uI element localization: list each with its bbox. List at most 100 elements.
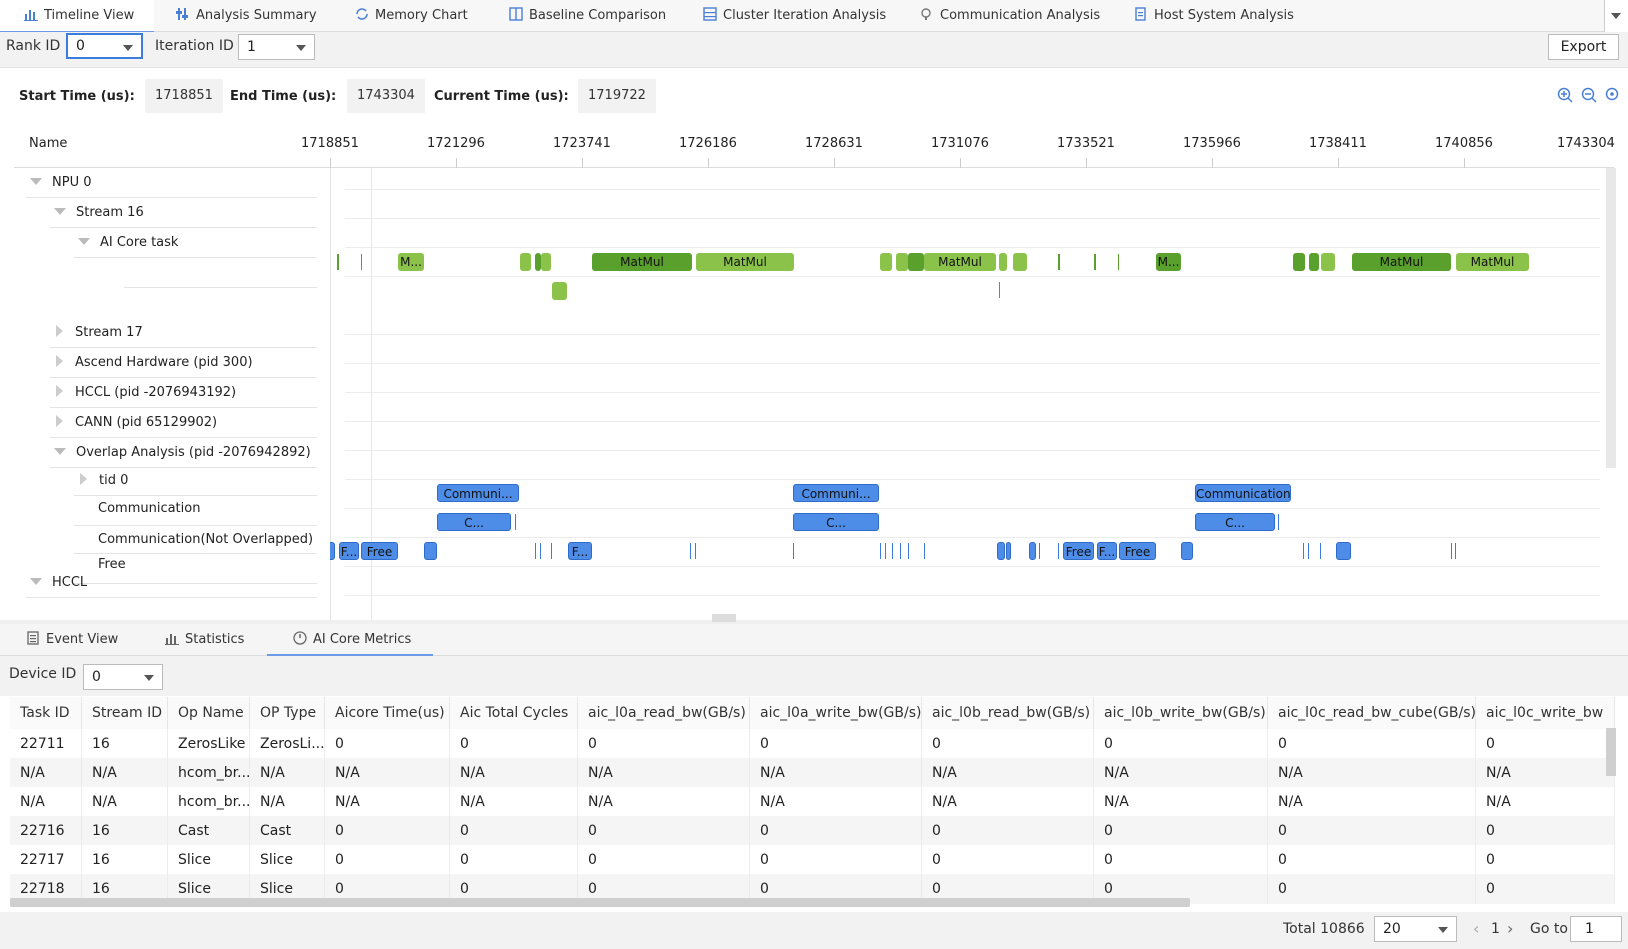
tab-host-system-analysis[interactable]: Host System Analysis bbox=[1134, 0, 1294, 32]
zoom-in-icon[interactable] bbox=[1557, 87, 1573, 103]
free-slice[interactable] bbox=[1303, 543, 1304, 559]
tree-node-ascend-hardware[interactable]: Ascend Hardware (pid 300) bbox=[14, 348, 317, 378]
timeline-vertical-scrollbar[interactable] bbox=[1606, 168, 1616, 468]
free-slice[interactable]: Free bbox=[361, 542, 398, 560]
col-header-aic-total-cycles[interactable]: Aic Total Cycles bbox=[450, 697, 578, 729]
col-header-op-name[interactable]: Op Name bbox=[168, 697, 250, 729]
free-slice[interactable]: F... bbox=[339, 542, 359, 560]
col-header-l0b-read[interactable]: aic_l0b_read_bw(GB/s) bbox=[922, 697, 1094, 729]
timeline-chart[interactable]: M... MatMul MatMul MatMul M... MatMul Ma… bbox=[330, 168, 1600, 620]
free-slice[interactable] bbox=[924, 543, 925, 559]
free-slice[interactable] bbox=[793, 543, 794, 559]
col-header-stream-id[interactable]: Stream ID bbox=[82, 697, 168, 729]
free-slice[interactable] bbox=[1029, 542, 1036, 560]
comm-not-overlapped-slice[interactable] bbox=[1278, 514, 1279, 530]
free-slice[interactable]: F... bbox=[1097, 542, 1117, 560]
rank-id-select[interactable]: 0 bbox=[66, 33, 143, 59]
current-page[interactable]: 1 bbox=[1491, 921, 1500, 937]
free-slice[interactable] bbox=[535, 543, 536, 559]
free-slice[interactable]: Free bbox=[1119, 542, 1156, 560]
iteration-id-select[interactable]: 1 bbox=[238, 34, 315, 60]
comm-not-overlapped-slice[interactable]: C... bbox=[1195, 513, 1275, 531]
free-slice[interactable] bbox=[997, 542, 1005, 560]
free-slice[interactable] bbox=[424, 542, 437, 560]
prev-page-icon[interactable]: ‹ bbox=[1473, 919, 1479, 938]
col-header-l0c-write[interactable]: aic_l0c_write_bw bbox=[1476, 697, 1615, 729]
free-slice[interactable] bbox=[1320, 543, 1321, 559]
task-slice[interactable] bbox=[1058, 254, 1060, 270]
task-slice-matmul[interactable]: MatMul bbox=[696, 253, 794, 271]
col-header-op-type[interactable]: OP Type bbox=[250, 697, 325, 729]
tab-overflow-dropdown[interactable] bbox=[1604, 0, 1628, 32]
task-slice[interactable] bbox=[552, 282, 567, 300]
tree-node-npu0[interactable]: NPU 0 bbox=[14, 168, 317, 198]
free-slice[interactable] bbox=[1006, 542, 1011, 560]
tree-node-overlap-analysis[interactable]: Overlap Analysis (pid -2076942892) bbox=[14, 438, 317, 468]
task-slice[interactable] bbox=[908, 253, 924, 271]
task-slice[interactable] bbox=[541, 253, 551, 271]
zoom-reset-icon[interactable] bbox=[1605, 87, 1621, 103]
splitter-handle[interactable] bbox=[712, 614, 736, 622]
tab-communication-analysis[interactable]: Communication Analysis bbox=[920, 0, 1100, 32]
tree-node-ai-core-task[interactable]: AI Core task bbox=[14, 228, 317, 258]
task-slice[interactable] bbox=[1118, 254, 1119, 270]
task-slice-matmul[interactable]: MatMul bbox=[1456, 253, 1529, 271]
comm-slice[interactable]: Communi... bbox=[437, 484, 519, 502]
comm-not-overlapped-slice[interactable]: C... bbox=[793, 513, 879, 531]
col-header-l0a-read[interactable]: aic_l0a_read_bw(GB/s) bbox=[578, 697, 750, 729]
col-header-l0a-write[interactable]: aic_l0a_write_bw(GB/s) bbox=[750, 697, 922, 729]
next-page-icon[interactable]: › bbox=[1507, 919, 1513, 938]
free-slice[interactable] bbox=[880, 543, 881, 559]
task-slice[interactable]: M... bbox=[1156, 253, 1181, 271]
tab-cluster-iteration-analysis[interactable]: Cluster Iteration Analysis bbox=[703, 0, 886, 32]
task-slice[interactable] bbox=[1094, 254, 1096, 270]
tree-node-communication-not-overlapped[interactable]: Communication(Not Overlapped) bbox=[14, 526, 317, 554]
task-slice-matmul[interactable]: MatMul bbox=[592, 253, 692, 271]
tab-event-view[interactable]: Event View bbox=[26, 624, 118, 656]
task-slice[interactable] bbox=[1013, 253, 1027, 271]
free-slice[interactable] bbox=[330, 542, 335, 560]
free-slice[interactable] bbox=[892, 543, 893, 559]
task-slice[interactable] bbox=[880, 253, 892, 271]
free-slice[interactable] bbox=[1039, 543, 1040, 559]
free-slice[interactable] bbox=[540, 543, 541, 559]
tab-ai-core-metrics[interactable]: AI Core Metrics bbox=[267, 624, 433, 656]
tree-node-hccl[interactable]: HCCL bbox=[14, 568, 317, 598]
task-slice-matmul[interactable]: MatMul bbox=[924, 253, 996, 271]
tree-node-stream17[interactable]: Stream 17 bbox=[14, 318, 317, 348]
free-slice[interactable] bbox=[885, 543, 886, 559]
task-slice[interactable] bbox=[1293, 253, 1305, 271]
table-vertical-scrollbar[interactable] bbox=[1606, 728, 1616, 776]
free-slice[interactable] bbox=[690, 543, 691, 559]
free-slice[interactable] bbox=[1451, 543, 1452, 559]
tree-node-tid0[interactable]: tid 0 bbox=[14, 468, 317, 496]
task-slice[interactable] bbox=[337, 254, 339, 270]
task-slice[interactable] bbox=[1309, 253, 1319, 271]
task-slice[interactable] bbox=[1321, 253, 1335, 271]
free-slice[interactable] bbox=[900, 543, 901, 559]
task-slice[interactable] bbox=[520, 253, 531, 271]
task-slice[interactable] bbox=[361, 254, 362, 270]
table-horizontal-scrollbar[interactable] bbox=[10, 898, 1190, 907]
comm-not-overlapped-slice[interactable] bbox=[515, 514, 516, 530]
task-slice[interactable] bbox=[999, 253, 1007, 271]
task-slice[interactable] bbox=[999, 282, 1000, 298]
tree-node-cann[interactable]: CANN (pid 65129902) bbox=[14, 408, 317, 438]
tab-baseline-comparison[interactable]: Baseline Comparison bbox=[509, 0, 666, 32]
tree-node-communication[interactable]: Communication bbox=[14, 496, 317, 526]
task-slice[interactable] bbox=[896, 253, 908, 271]
comm-slice[interactable]: Communi... bbox=[793, 484, 879, 502]
free-slice[interactable] bbox=[1058, 543, 1059, 559]
tab-statistics[interactable]: Statistics bbox=[165, 624, 244, 656]
col-header-task-id[interactable]: Task ID bbox=[10, 697, 82, 729]
task-slice[interactable]: M... bbox=[398, 253, 424, 271]
zoom-out-icon[interactable] bbox=[1581, 87, 1597, 103]
free-slice[interactable] bbox=[1308, 543, 1309, 559]
task-slice-matmul[interactable]: MatMul bbox=[1352, 253, 1451, 271]
col-header-aicore-time[interactable]: Aicore Time(us) bbox=[325, 697, 450, 729]
tree-node-stream16[interactable]: Stream 16 bbox=[14, 198, 317, 228]
export-button[interactable]: Export bbox=[1548, 34, 1619, 60]
device-id-select[interactable]: 0 bbox=[83, 664, 163, 690]
tab-timeline-view[interactable]: Timeline View bbox=[0, 0, 154, 33]
tab-analysis-summary[interactable]: Analysis Summary bbox=[176, 0, 317, 32]
